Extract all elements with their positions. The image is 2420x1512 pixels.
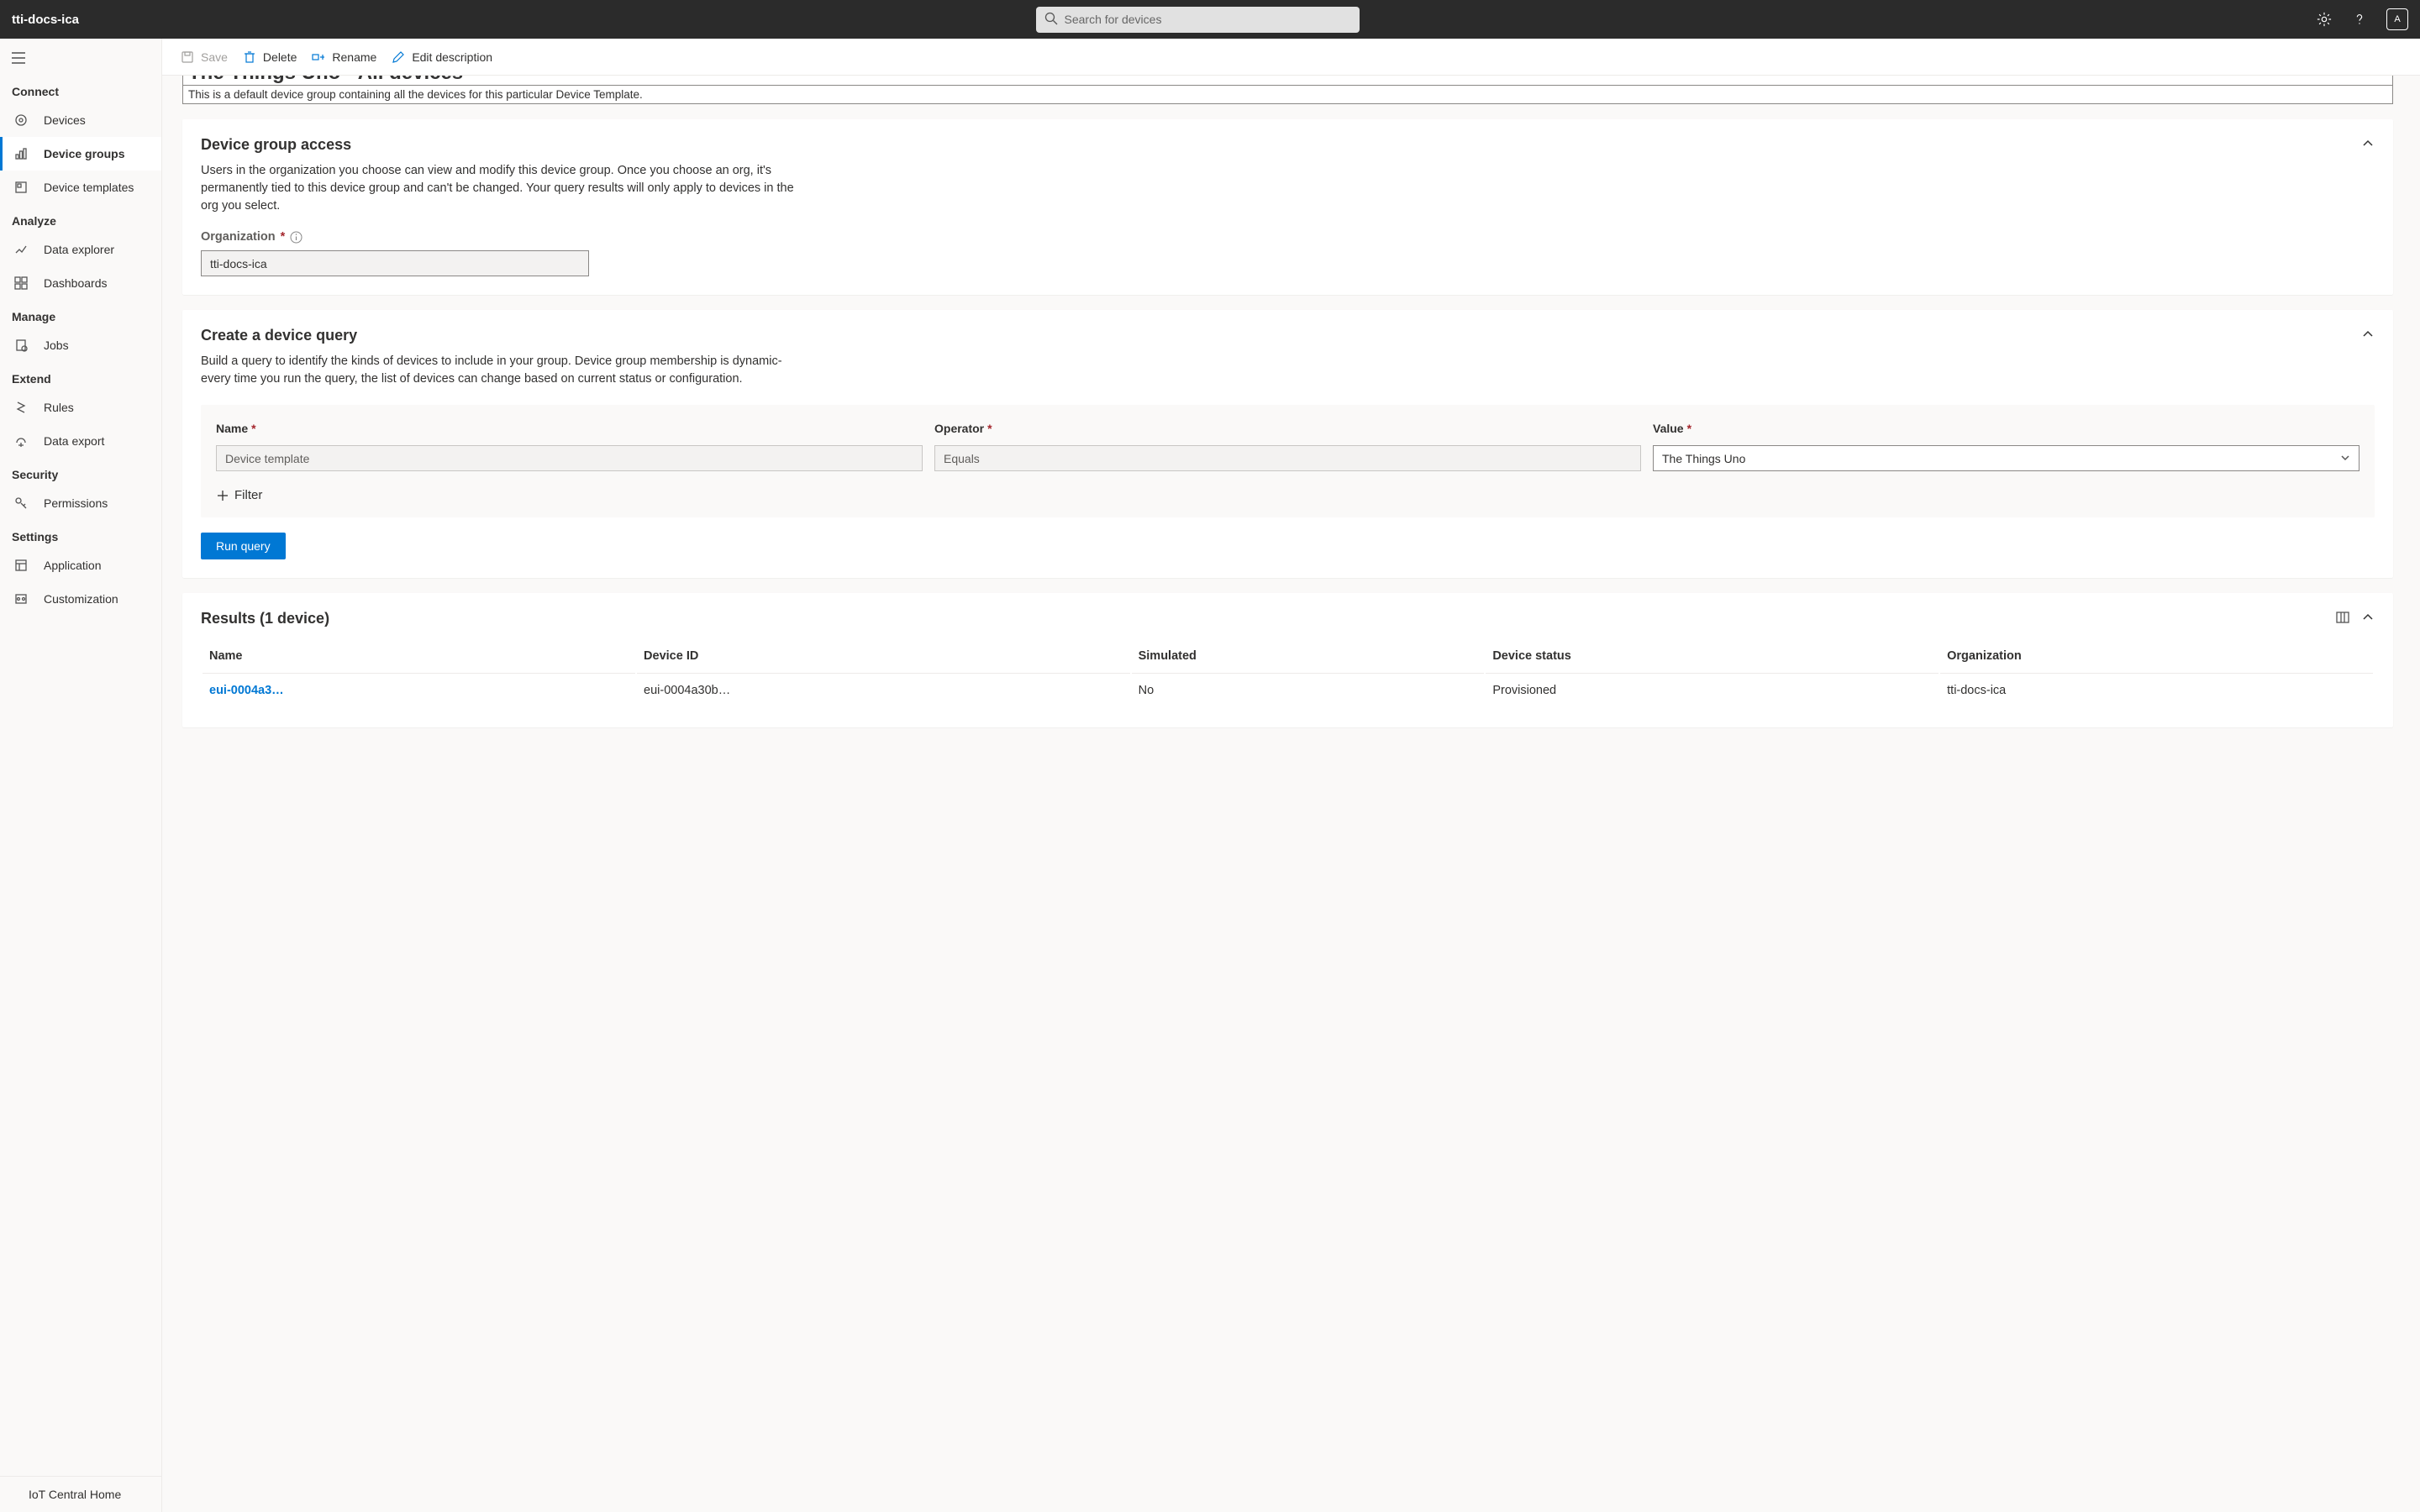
sidebar-item-application[interactable]: Application xyxy=(0,549,161,582)
sidebar-item-label: Device templates xyxy=(44,181,134,194)
sidebar-item-permissions[interactable]: Permissions xyxy=(0,486,161,520)
sidebar-item-label: Jobs xyxy=(44,339,69,352)
save-button[interactable]: Save xyxy=(181,50,228,64)
results-column-header[interactable]: Simulated xyxy=(1132,638,1485,671)
run-query-button[interactable]: Run query xyxy=(201,533,286,559)
table-row[interactable]: eui-0004a3…eui-0004a30b…NoProvisionedtti… xyxy=(203,673,2373,707)
required-marker: * xyxy=(281,230,286,244)
sidebar-item-data-explorer[interactable]: Data explorer xyxy=(0,233,161,266)
query-operator-label: Operator xyxy=(934,422,984,435)
sidebar-item-rules[interactable]: Rules xyxy=(0,391,161,424)
results-column-header[interactable]: Organization xyxy=(1940,638,2373,671)
results-card: Results (1 device) NameDevice IDSimulate… xyxy=(182,593,2393,727)
sidebar-item-device-groups[interactable]: Device groups xyxy=(0,137,161,171)
devices-icon xyxy=(13,113,29,128)
user-avatar[interactable]: A xyxy=(2386,8,2408,30)
group-description-input[interactable]: This is a default device group containin… xyxy=(182,86,2393,104)
access-title: Device group access xyxy=(201,136,351,154)
sidebar-item-dashboards[interactable]: Dashboards xyxy=(0,266,161,300)
results-column-header[interactable]: Name xyxy=(203,638,635,671)
collapse-results-icon[interactable] xyxy=(2361,611,2375,627)
sidebar-item-label: Rules xyxy=(44,401,74,414)
edit-description-button[interactable]: Edit description xyxy=(392,50,492,64)
results-column-header[interactable]: Device ID xyxy=(637,638,1130,671)
query-value-label: Value xyxy=(1653,422,1684,435)
query-description: Build a query to identify the kinds of d… xyxy=(201,353,806,388)
sidebar: Connect Devices Device groups Device templa… xyxy=(0,39,162,1512)
delete-button[interactable]: Delete xyxy=(243,50,297,64)
search-input[interactable] xyxy=(1065,13,1351,26)
access-card: Device group access Users in the organiz… xyxy=(182,119,2393,295)
sidebar-section-title: Manage xyxy=(0,300,161,328)
query-card: Create a device query Build a query to i… xyxy=(182,310,2393,578)
collapse-access-icon[interactable] xyxy=(2361,137,2375,153)
data-export-icon xyxy=(13,433,29,449)
rename-button[interactable]: Rename xyxy=(312,50,376,64)
query-value-select[interactable]: The Things Uno xyxy=(1653,445,2360,471)
query-title: Create a device query xyxy=(201,327,357,344)
templates-icon xyxy=(13,180,29,195)
sidebar-item-label: Data export xyxy=(44,434,104,448)
sidebar-item-label: Customization xyxy=(44,592,118,606)
organization-input: tti-docs-ica xyxy=(201,250,589,276)
query-name-input[interactable]: Device template xyxy=(216,445,923,471)
device-groups-icon xyxy=(13,146,29,161)
app-title: tti-docs-ica xyxy=(12,13,79,27)
help-icon[interactable] xyxy=(2351,11,2368,28)
query-operator-input[interactable]: Equals xyxy=(934,445,1641,471)
sidebar-item-label: Devices xyxy=(44,113,86,127)
info-icon[interactable] xyxy=(290,231,302,244)
sidebar-item-jobs[interactable]: Jobs xyxy=(0,328,161,362)
data-explorer-icon xyxy=(13,242,29,257)
results-column-header[interactable]: Device status xyxy=(1486,638,1939,671)
column-options-icon[interactable] xyxy=(2336,611,2349,627)
collapse-query-icon[interactable] xyxy=(2361,328,2375,344)
command-bar: Save Delete Rename Edit description xyxy=(162,39,2420,76)
sidebar-item-label: Application xyxy=(44,559,102,572)
sidebar-section-title: Extend xyxy=(0,362,161,391)
sidebar-footer-home[interactable]: IoT Central Home xyxy=(0,1476,161,1512)
settings-icon[interactable] xyxy=(2316,11,2333,28)
sidebar-section-title: Analyze xyxy=(0,204,161,233)
sidebar-section-title: Security xyxy=(0,458,161,486)
device-name-link[interactable]: eui-0004a3… xyxy=(209,684,284,697)
jobs-icon xyxy=(13,338,29,353)
hamburger-icon[interactable] xyxy=(0,44,161,75)
sidebar-item-data-export[interactable]: Data export xyxy=(0,424,161,458)
sidebar-section-title: Settings xyxy=(0,520,161,549)
group-title-input[interactable]: The Things Uno - All devices xyxy=(182,76,2393,86)
sidebar-item-label: Data explorer xyxy=(44,243,114,256)
sidebar-item-label: Permissions xyxy=(44,496,108,510)
permissions-icon xyxy=(13,496,29,511)
customization-icon xyxy=(13,591,29,606)
dashboards-icon xyxy=(13,276,29,291)
sidebar-item-customization[interactable]: Customization xyxy=(0,582,161,616)
access-description: Users in the organization you choose can… xyxy=(201,162,806,215)
sidebar-footer-label: IoT Central Home xyxy=(29,1488,121,1501)
sidebar-item-devices[interactable]: Devices xyxy=(0,103,161,137)
sidebar-item-device-templates[interactable]: Device templates xyxy=(0,171,161,204)
sidebar-section-title: Connect xyxy=(0,75,161,103)
sidebar-item-label: Dashboards xyxy=(44,276,108,290)
org-label: Organization xyxy=(201,230,276,244)
global-search[interactable] xyxy=(1036,7,1360,33)
search-icon xyxy=(1044,12,1065,28)
query-name-label: Name xyxy=(216,422,248,435)
application-icon xyxy=(13,558,29,573)
rules-icon xyxy=(13,400,29,415)
sidebar-item-label: Device groups xyxy=(44,147,124,160)
results-title: Results (1 device) xyxy=(201,610,329,627)
chevron-down-icon xyxy=(2340,452,2350,465)
add-filter-button[interactable]: Filter xyxy=(216,488,2360,502)
